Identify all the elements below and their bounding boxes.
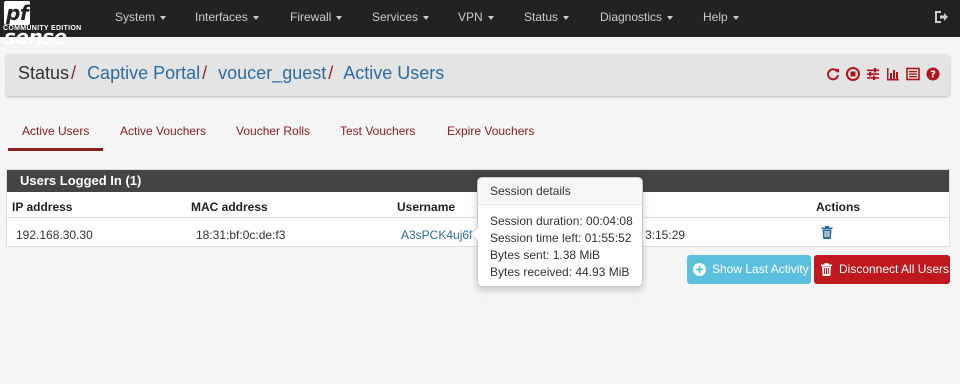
- cell-last-activity: 3:15:29: [645, 228, 686, 242]
- nav-label: VPN: [458, 10, 483, 24]
- nav-services[interactable]: Services: [372, 0, 430, 37]
- reload-icon[interactable]: [826, 67, 840, 81]
- cell-ip: 192.168.30.30: [16, 228, 93, 242]
- nav-label: Interfaces: [195, 10, 248, 24]
- logo-pf: pf: [4, 1, 31, 25]
- stop-circle-icon[interactable]: [846, 67, 860, 81]
- nav-label: Help: [703, 10, 728, 24]
- show-last-activity-label: Show Last Activity: [712, 262, 809, 276]
- nav-firewall[interactable]: Firewall: [290, 0, 343, 37]
- caret-down-icon: [667, 15, 674, 20]
- tab-test-vouchers[interactable]: Test Vouchers: [340, 124, 415, 138]
- tab-voucher-rolls[interactable]: Voucher Rolls: [236, 124, 310, 138]
- plus-circle-icon: [693, 263, 706, 276]
- trash-icon: [821, 263, 832, 276]
- caret-down-icon: [732, 15, 739, 20]
- bytes-received: Bytes received: 44.93 MiB: [490, 265, 630, 279]
- column-header-mac[interactable]: MAC address: [191, 200, 268, 214]
- caret-down-icon: [423, 15, 430, 20]
- top-navbar: pfsense COMMUNITY EDITION System Interfa…: [0, 0, 960, 49]
- breadcrumb: Status / Captive Portal / voucer_guest / Ac…: [18, 63, 444, 84]
- nav-help[interactable]: Help: [703, 0, 739, 37]
- session-duration: Session duration: 00:04:08: [490, 214, 633, 228]
- nav-system[interactable]: System: [115, 0, 167, 37]
- trash-icon[interactable]: [821, 226, 833, 239]
- nav-interfaces[interactable]: Interfaces: [195, 0, 259, 37]
- disconnect-all-users-button[interactable]: Disconnect All Users: [814, 255, 950, 284]
- cell-username[interactable]: A3sPCK4uj6f: [401, 228, 472, 242]
- breadcrumb-status: Status: [18, 63, 70, 83]
- caret-down-icon: [160, 15, 167, 20]
- popover-title: Session details: [478, 178, 642, 205]
- column-header-username[interactable]: Username: [397, 200, 455, 214]
- nav-label: System: [115, 10, 156, 24]
- breadcrumb-separator: /: [328, 63, 334, 83]
- tab-expire-vouchers[interactable]: Expire Vouchers: [447, 124, 534, 138]
- caret-down-icon: [336, 15, 343, 20]
- cell-mac: 18:31:bf:0c:de:f3: [196, 228, 286, 242]
- breadcrumb-captive-portal[interactable]: Captive Portal: [87, 63, 200, 83]
- column-header-actions: Actions: [816, 200, 861, 214]
- breadcrumb-actions: ?: [826, 67, 940, 81]
- column-header-ip[interactable]: IP address: [12, 200, 72, 214]
- session-time-left: Session time left: 01:55:52: [490, 231, 632, 245]
- nav-label: Firewall: [290, 10, 332, 24]
- sign-out-icon[interactable]: [933, 9, 949, 25]
- breadcrumb-panel: Status / Captive Portal / voucer_guest / Ac…: [6, 54, 950, 96]
- tab-active-users[interactable]: Active Users: [22, 124, 89, 138]
- nav-label: Status: [524, 10, 559, 24]
- breadcrumb-zone[interactable]: voucer_guest: [218, 63, 326, 83]
- bytes-sent: Bytes sent: 1.38 MiB: [490, 248, 601, 262]
- breadcrumb-separator: /: [71, 63, 77, 83]
- nav-label: Services: [372, 10, 419, 24]
- caret-down-icon: [563, 15, 570, 20]
- show-last-activity-button[interactable]: Show Last Activity: [687, 255, 811, 284]
- pfsense-logo[interactable]: pfsense COMMUNITY EDITION: [2, 1, 92, 49]
- breadcrumb-separator: /: [202, 63, 208, 83]
- bar-chart-icon[interactable]: [886, 67, 900, 81]
- sliders-icon[interactable]: [866, 67, 880, 81]
- list-alt-icon[interactable]: [906, 67, 920, 81]
- caret-down-icon: [252, 15, 259, 20]
- nav-vpn[interactable]: VPN: [458, 0, 494, 37]
- svg-text:?: ?: [930, 70, 936, 81]
- nav-diagnostics[interactable]: Diagnostics: [600, 0, 674, 37]
- popover-arrow: [470, 227, 478, 241]
- caret-down-icon: [487, 15, 494, 20]
- breadcrumb-active-users[interactable]: Active Users: [343, 63, 444, 83]
- active-tab-indicator: [8, 148, 103, 151]
- session-details-popover: Session details Session duration: 00:04:…: [470, 177, 643, 287]
- logo-edition: COMMUNITY EDITION: [3, 25, 82, 32]
- nav-label: Diagnostics: [600, 10, 663, 24]
- help-icon[interactable]: ?: [926, 67, 940, 81]
- disconnect-all-label: Disconnect All Users: [839, 262, 950, 276]
- tab-active-vouchers[interactable]: Active Vouchers: [120, 124, 206, 138]
- nav-status[interactable]: Status: [524, 0, 570, 37]
